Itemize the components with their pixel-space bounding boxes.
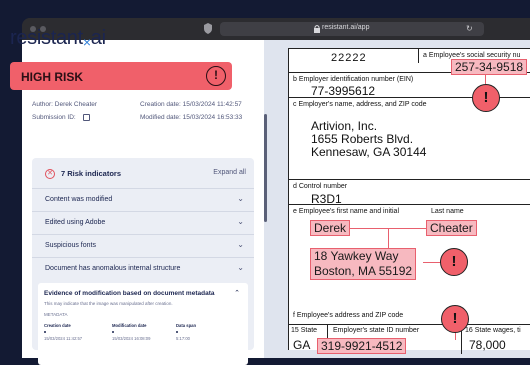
lock-icon (314, 25, 320, 33)
col-header-creation: Creation date (44, 323, 71, 328)
indicator-label: Edited using Adobe (45, 219, 106, 226)
highlight-connector (485, 75, 486, 84)
evidence-description: This may indicate that the image was man… (44, 301, 173, 306)
employer-street: 1655 Roberts Blvd. (311, 132, 414, 146)
chevron-down-icon: ⌄ (237, 217, 244, 226)
indicator-row[interactable]: Content was modified ⌄ (32, 188, 254, 211)
resistant-ai-logo: resistant×ai (10, 27, 106, 50)
form-code: 22222 (331, 52, 367, 64)
form-divider (289, 324, 530, 325)
metadata-label: METADATA (44, 312, 68, 317)
address-line-1: 18 Yawkey Way (314, 249, 399, 263)
span-value: 5:17:00 (176, 336, 190, 341)
employer-city: Kennesaw, GA 30144 (311, 145, 427, 159)
employer-name: Artivion, Inc. (311, 119, 378, 133)
risk-level-label: HIGH RISK (21, 70, 84, 84)
employee-name-label: e Employee's first name and initial (293, 208, 399, 215)
last-name-label: Last name (431, 208, 464, 215)
indicator-row[interactable]: Suspicious fonts ⌄ (32, 234, 254, 257)
control-value: R3D1 (311, 192, 342, 206)
last-name-highlight[interactable]: Cheater (426, 220, 477, 236)
risk-indicators-title: 7 Risk indicators (61, 169, 122, 178)
alert-icon: ! (206, 66, 226, 86)
state-wages-label: 16 State wages, ti (465, 327, 521, 334)
creation-value: 15/03/2024 11:42:57 (44, 336, 83, 341)
logo-x-mark: × (82, 34, 91, 50)
state-id-highlight[interactable]: 319-9921-4512 (317, 338, 407, 354)
address-highlight[interactable]: 18 Yawkey Way Boston, MA 55192 (310, 248, 417, 280)
address-bar[interactable]: resistant.ai/app ↻ (220, 22, 484, 36)
highlight-connector (388, 228, 389, 248)
submission-id-label: Submission ID: (32, 114, 76, 121)
alert-icon[interactable]: ! (440, 248, 468, 276)
indicator-label: Suspicious fonts (45, 242, 96, 249)
shield-icon[interactable] (204, 23, 212, 34)
sidebar-scrollbar[interactable] (264, 114, 267, 222)
form-divider (289, 179, 530, 180)
alert-icon[interactable]: ! (472, 84, 500, 112)
control-label: d Control number (293, 183, 348, 190)
metadata-evidence-card: Evidence of modification based on docume… (38, 283, 248, 365)
state-id-label: Employer's state ID number (333, 327, 420, 334)
creation-date: Creation date: 15/03/2024 11:42:57 (140, 101, 242, 108)
timeline-dot (44, 331, 46, 333)
address-line-2: Boston, MA 55192 (314, 264, 413, 278)
logo-text: resistant (10, 27, 83, 49)
modification-value: 15/03/2024 16:08:09 (112, 336, 151, 341)
indicator-label: Document has anomalous internal structur… (45, 265, 181, 272)
copy-icon[interactable] (83, 114, 90, 121)
timeline-dot (176, 331, 178, 333)
state-label: 15 State (291, 327, 318, 334)
modified-date: Modified date: 15/03/2024 16:53:33 (140, 114, 243, 121)
risk-indicators-header[interactable]: ✕ 7 Risk indicators Expand all (32, 158, 254, 188)
first-name-highlight[interactable]: Derek (310, 220, 351, 236)
error-circle-icon: ✕ (45, 169, 55, 179)
ssn-label: a Employee's social security nu (423, 52, 521, 59)
reload-icon[interactable]: ↻ (466, 24, 473, 33)
highlight-connector (423, 262, 441, 263)
ssn-highlight[interactable]: 257-34-9518 (451, 59, 528, 75)
evidence-title: Evidence of modification based on docume… (44, 290, 215, 297)
employee-address-label: f Employee's address and ZIP code (293, 312, 404, 319)
col-header-span: Data span (176, 323, 197, 328)
alert-icon[interactable]: ! (441, 305, 469, 333)
chevron-down-icon: ⌄ (237, 240, 244, 249)
timeline-dot (112, 331, 114, 333)
indicator-label: Content was modified (45, 196, 113, 203)
chevron-down-icon: ⌄ (237, 194, 244, 203)
url-text: resistant.ai/app (322, 24, 370, 31)
employer-label: c Employer's name, address, and ZIP code (293, 101, 427, 108)
form-divider (418, 49, 419, 63)
indicator-row[interactable]: Edited using Adobe ⌄ (32, 211, 254, 234)
expand-all-button[interactable]: Expand all (213, 169, 246, 176)
author-text: Author: Derek Cheater (32, 101, 98, 108)
ein-value: 77-3995612 (311, 84, 376, 98)
chevron-up-icon[interactable]: ⌃ (234, 289, 240, 297)
risk-banner: HIGH RISK ! (10, 62, 232, 90)
indicator-row[interactable]: Document has anomalous internal structur… (32, 257, 254, 280)
logo-text-ai: ai (90, 27, 106, 49)
chevron-down-icon: ⌄ (237, 263, 244, 272)
col-header-modification: Modification date (112, 323, 147, 328)
ein-label: b Employer identification number (EIN) (293, 76, 414, 83)
